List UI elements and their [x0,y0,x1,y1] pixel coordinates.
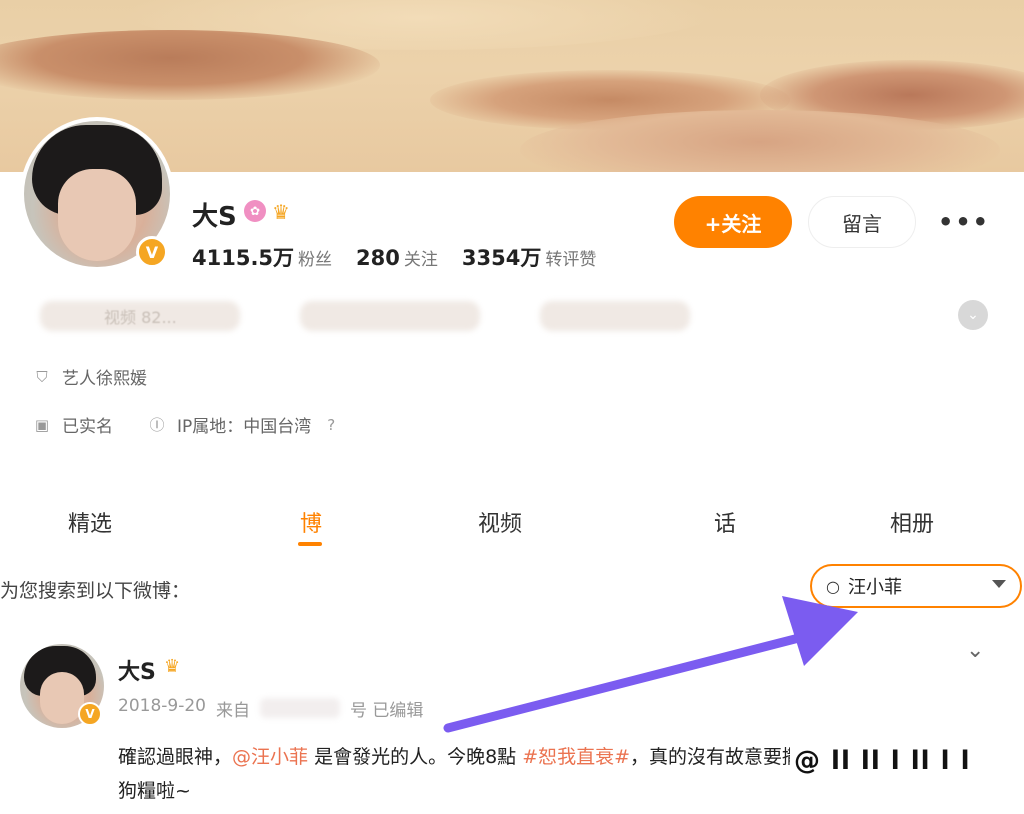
arrow-head [782,596,858,666]
arrow-shaft [443,625,835,733]
annotation-arrow-icon [443,596,858,733]
